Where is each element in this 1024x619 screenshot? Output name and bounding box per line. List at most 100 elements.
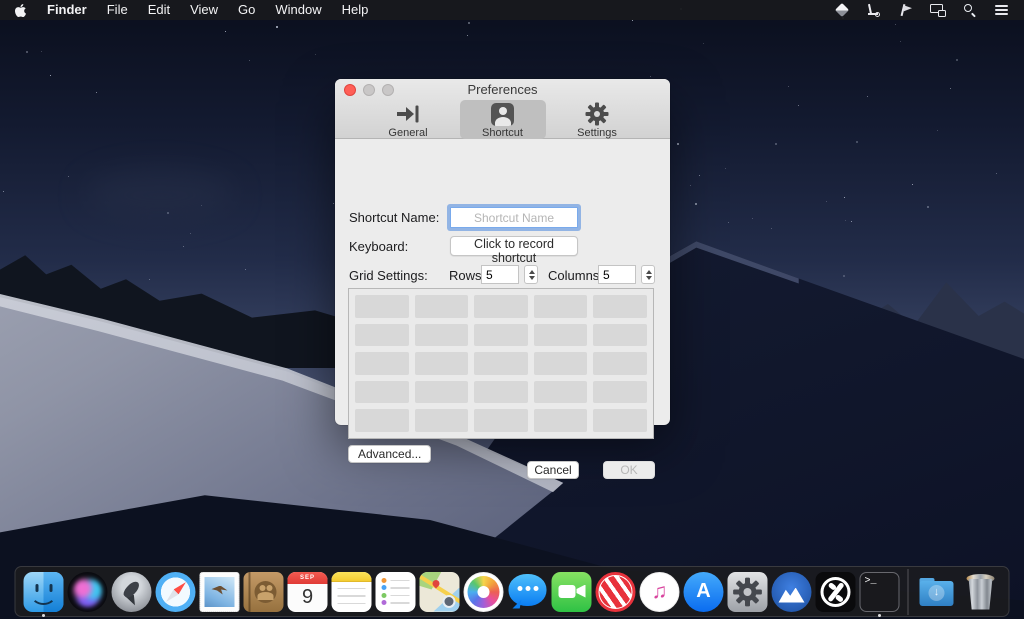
desktop[interactable]: Finder File Edit View Go Window Help Pre… [0, 0, 1024, 619]
login-arrow-icon [395, 102, 421, 126]
tab-general[interactable]: General [365, 100, 451, 139]
grid-cell[interactable] [415, 324, 469, 347]
grid-cell[interactable] [534, 324, 588, 347]
dock-terminal-icon[interactable]: >_ [859, 567, 901, 617]
wallpaper-cloud [85, 170, 235, 220]
shortcut-grid-preview[interactable] [348, 288, 654, 439]
menu-finder[interactable]: Finder [45, 0, 97, 20]
apple-logo-icon [14, 3, 27, 18]
dock-safari-icon[interactable] [155, 567, 197, 617]
dock-facetime-icon[interactable] [551, 567, 593, 617]
dock-itunes-icon[interactable]: ♫ [639, 567, 681, 617]
grid-cell[interactable] [593, 381, 647, 404]
window-content: Shortcut Name: Keyboard: Click to record… [335, 139, 670, 425]
grid-cell[interactable] [355, 352, 409, 375]
dock-finder-icon[interactable] [23, 567, 65, 617]
keyboard-label: Keyboard: [349, 239, 408, 254]
dock-launchpad-icon[interactable] [111, 567, 153, 617]
grid-cell[interactable] [415, 409, 469, 432]
close-button[interactable] [344, 84, 356, 96]
grid-cell[interactable] [534, 352, 588, 375]
window-titlebar[interactable]: Preferences [335, 79, 670, 100]
grid-cell[interactable] [355, 324, 409, 347]
menu-help[interactable]: Help [332, 0, 379, 20]
rows-label: Rows [449, 268, 482, 283]
grid-cell[interactable] [415, 352, 469, 375]
rows-input[interactable] [481, 265, 519, 284]
dock-red-striped-app-icon[interactable] [595, 567, 637, 617]
diamond-icon[interactable] [834, 2, 850, 18]
dock-siri-icon[interactable] [67, 567, 109, 617]
grid-cell[interactable] [474, 324, 528, 347]
grid-cell[interactable] [474, 295, 528, 318]
dock-photos-icon[interactable] [463, 567, 505, 617]
grid-cell[interactable] [355, 381, 409, 404]
rows-stepper[interactable] [524, 265, 538, 284]
window-toolbar: General Shortcut [335, 100, 670, 139]
grid-cell[interactable] [593, 324, 647, 347]
search-icon[interactable] [962, 2, 978, 18]
dock-system-preferences-icon[interactable] [727, 567, 769, 617]
person-card-icon [491, 102, 514, 126]
grid-cell[interactable] [474, 352, 528, 375]
shortcut-name-label: Shortcut Name: [349, 210, 439, 225]
grid-settings-label: Grid Settings: [349, 268, 428, 283]
record-shortcut-button[interactable]: Click to record shortcut [450, 236, 578, 256]
tab-shortcut[interactable]: Shortcut [460, 100, 546, 139]
dock-mail-icon[interactable] [199, 567, 241, 617]
dock: SEP9 ♫ A [15, 566, 1010, 617]
tab-general-label: General [388, 127, 427, 139]
grid-cell[interactable] [593, 295, 647, 318]
running-indicator [42, 614, 45, 617]
columns-stepper[interactable] [641, 265, 655, 284]
dock-separator [908, 569, 909, 615]
menu-file[interactable]: File [97, 0, 138, 20]
grid-cell[interactable] [534, 295, 588, 318]
dock-maps-icon[interactable] [419, 567, 461, 617]
gear-icon [585, 102, 609, 126]
flag-icon[interactable] [898, 2, 914, 18]
columns-label: Columns [548, 268, 599, 283]
notification-list-icon[interactable] [994, 2, 1010, 18]
dock-circle-slash-app-icon[interactable] [815, 567, 857, 617]
grid-cell[interactable] [534, 381, 588, 404]
menu-edit[interactable]: Edit [138, 0, 180, 20]
grid-cell[interactable] [593, 352, 647, 375]
grid-cell[interactable] [415, 381, 469, 404]
dock-contacts-icon[interactable] [243, 567, 285, 617]
tab-settings[interactable]: Settings [554, 100, 640, 139]
displays-icon[interactable] [930, 2, 946, 18]
dock-reminders-icon[interactable] [375, 567, 417, 617]
grid-cell[interactable] [474, 381, 528, 404]
grid-cell[interactable] [355, 295, 409, 318]
dock-calendar-icon[interactable]: SEP9 [287, 567, 329, 617]
dock-messages-icon[interactable] [507, 567, 549, 617]
cancel-button[interactable]: Cancel [527, 461, 579, 479]
hand-truck-icon[interactable] [866, 2, 882, 18]
grid-cell[interactable] [534, 409, 588, 432]
menu-window[interactable]: Window [265, 0, 331, 20]
ok-button[interactable]: OK [603, 461, 655, 479]
tab-settings-label: Settings [577, 127, 617, 139]
tab-shortcut-label: Shortcut [482, 127, 523, 139]
minimize-button[interactable] [363, 84, 375, 96]
dock-notes-icon[interactable] [331, 567, 373, 617]
apple-menu[interactable] [14, 3, 27, 18]
grid-cell[interactable] [593, 409, 647, 432]
columns-input[interactable] [598, 265, 636, 284]
zoom-button[interactable] [382, 84, 394, 96]
trash-icon[interactable] [960, 567, 1002, 617]
dock-downloads-icon[interactable]: ↓ [916, 567, 958, 617]
grid-cell[interactable] [474, 409, 528, 432]
advanced-button[interactable]: Advanced... [348, 445, 431, 463]
grid-cell[interactable] [355, 409, 409, 432]
shortcut-name-input[interactable] [450, 207, 578, 228]
dock-app-store-icon[interactable]: A [683, 567, 725, 617]
menu-go[interactable]: Go [228, 0, 265, 20]
preferences-window: Preferences General Shortcut [335, 79, 670, 425]
running-indicator [878, 614, 881, 617]
menu-view[interactable]: View [180, 0, 228, 20]
menu-bar: Finder File Edit View Go Window Help [0, 0, 1024, 20]
dock-mountain-app-icon[interactable] [771, 567, 813, 617]
grid-cell[interactable] [415, 295, 469, 318]
